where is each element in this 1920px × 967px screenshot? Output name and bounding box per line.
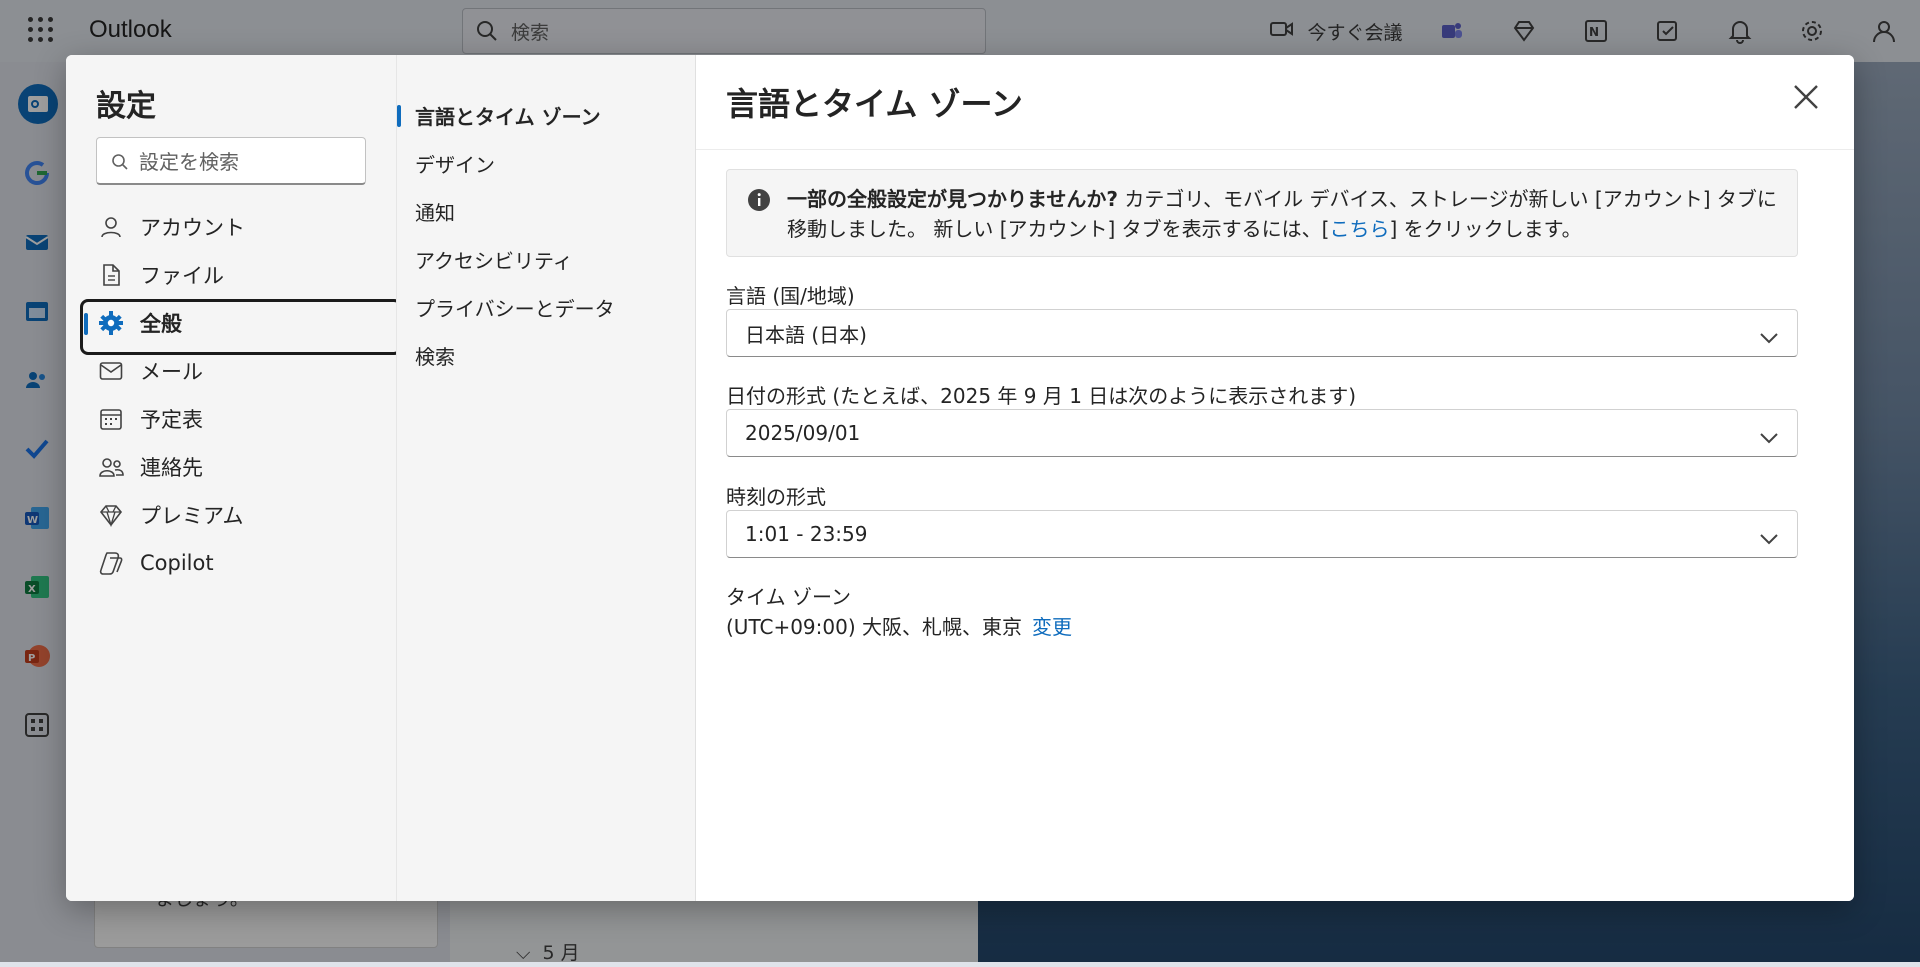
chevron-down-icon <box>1759 527 1779 551</box>
timezone-row: (UTC+09:00) 大阪、札幌、東京 変更 <box>726 611 1072 640</box>
category-label: 連絡先 <box>140 456 203 480</box>
category-label: メール <box>140 360 203 384</box>
window-bottom-edge <box>0 962 1920 967</box>
category-files[interactable]: ファイル <box>96 251 376 299</box>
search-icon <box>111 152 129 176</box>
category-premium[interactable]: プレミアム <box>96 491 376 539</box>
category-mail[interactable]: メール <box>96 347 376 395</box>
settings-search-input[interactable]: 設定を検索 <box>96 137 366 185</box>
page-title: 言語とタイム ゾーン <box>726 85 1023 123</box>
chevron-down-icon <box>1759 426 1779 450</box>
category-label: プレミアム <box>140 504 244 528</box>
category-contacts[interactable]: 連絡先 <box>96 443 376 491</box>
category-account[interactable]: アカウント <box>96 203 376 251</box>
subcategory-accessibility[interactable]: アクセシビリティ <box>397 235 697 283</box>
timezone-value: (UTC+09:00) 大阪、札幌、東京 <box>726 615 1023 639</box>
timezone-label: タイム ゾーン <box>726 585 851 609</box>
settings-search-placeholder: 設定を検索 <box>139 150 239 174</box>
diamond-icon <box>98 503 124 527</box>
info-message-bar: 一部の全般設定が見つかりませんか? カテゴリ、モバイル デバイス、ストレージが新… <box>726 169 1798 257</box>
time-format-label: 時刻の形式 <box>726 485 826 509</box>
language-label: 言語 (国/地域) <box>726 284 855 308</box>
close-icon <box>1792 83 1820 116</box>
time-format-value: 1:01 - 23:59 <box>745 522 868 546</box>
settings-content-pane: 言語とタイム ゾーン 一部の全般設定が見つかりませんか? カテゴリ、モバイル デ… <box>696 55 1854 901</box>
subcategory-privacy-data[interactable]: プライバシーとデータ <box>397 283 697 331</box>
gear-icon <box>98 310 124 336</box>
settings-dialog: 設定 設定を検索 アカウント ファイル 全般 メール 予定表 連絡先 プレミアム… <box>66 55 1854 901</box>
date-format-value: 2025/09/01 <box>745 421 861 445</box>
settings-category-list: アカウント ファイル 全般 メール 予定表 連絡先 プレミアム Copilot <box>80 203 402 587</box>
settings-categories-pane: 設定 設定を検索 アカウント ファイル 全般 メール 予定表 連絡先 プレミアム… <box>66 55 402 901</box>
calendar-icon <box>98 407 124 431</box>
category-label: Copilot <box>140 551 214 575</box>
category-general[interactable]: 全般 <box>80 299 402 355</box>
subcategory-notifications[interactable]: 通知 <box>397 187 697 235</box>
info-text-2: ] をクリックします。 <box>1389 217 1582 241</box>
title-divider <box>696 149 1854 150</box>
person-icon <box>98 215 124 239</box>
info-icon <box>747 188 771 220</box>
mail-icon <box>98 361 124 381</box>
category-label: 全般 <box>140 312 182 336</box>
people-icon <box>98 455 124 479</box>
category-copilot[interactable]: Copilot <box>96 539 376 587</box>
subcategory-language-timezone[interactable]: 言語とタイム ゾーン <box>397 91 697 139</box>
close-button[interactable] <box>1786 79 1826 119</box>
date-format-label: 日付の形式 (たとえば、2025 年 9 月 1 日は次のように表示されます) <box>726 384 1357 408</box>
category-label: アカウント <box>140 216 245 240</box>
language-value: 日本語 (日本) <box>745 322 867 347</box>
copilot-icon <box>98 550 124 576</box>
info-here-link[interactable]: こちら <box>1329 217 1389 241</box>
document-icon <box>98 263 124 287</box>
category-label: ファイル <box>140 264 224 288</box>
subcategory-search[interactable]: 検索 <box>397 331 697 379</box>
language-dropdown[interactable]: 日本語 (日本) <box>726 309 1798 357</box>
settings-title: 設定 <box>96 89 156 124</box>
time-format-dropdown[interactable]: 1:01 - 23:59 <box>726 510 1798 558</box>
timezone-change-link[interactable]: 変更 <box>1032 615 1072 639</box>
chevron-down-icon <box>1759 326 1779 350</box>
category-label: 予定表 <box>140 408 203 432</box>
date-format-dropdown[interactable]: 2025/09/01 <box>726 409 1798 457</box>
info-bold-text: 一部の全般設定が見つかりませんか? <box>787 187 1119 211</box>
subcategory-design[interactable]: デザイン <box>397 139 697 187</box>
subcategory-list: 言語とタイム ゾーン デザイン 通知 アクセシビリティ プライバシーとデータ 検… <box>397 91 697 379</box>
settings-subcategories-pane: 言語とタイム ゾーン デザイン 通知 アクセシビリティ プライバシーとデータ 検… <box>396 55 696 901</box>
category-calendar[interactable]: 予定表 <box>96 395 376 443</box>
